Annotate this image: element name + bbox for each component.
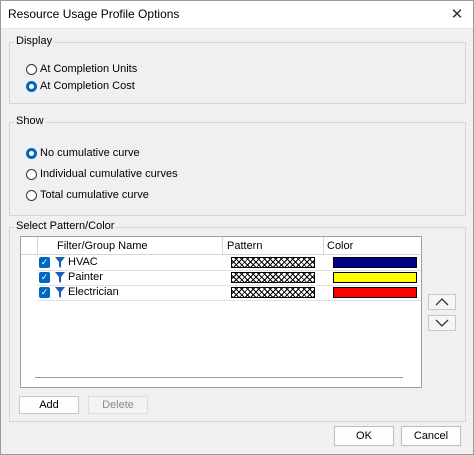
column-header-pattern[interactable]: Pattern (227, 240, 262, 252)
column-divider[interactable] (323, 237, 324, 254)
radio-label: Total cumulative curve (40, 189, 149, 201)
filter-icon (55, 287, 65, 298)
horizontal-scrollbar[interactable] (35, 377, 403, 378)
cancel-button[interactable]: Cancel (401, 426, 461, 446)
column-divider[interactable] (222, 237, 223, 254)
column-header-filter-group-name[interactable]: Filter/Group Name (57, 240, 147, 252)
radio-unchecked-icon[interactable] (26, 168, 37, 180)
chevron-down-icon (435, 319, 449, 327)
radio-checked-icon[interactable] (26, 147, 37, 159)
column-header-color[interactable]: Color (327, 240, 353, 252)
move-up-button[interactable] (428, 294, 456, 310)
radio-at-completion-cost[interactable]: At Completion Cost (26, 80, 135, 92)
pattern-swatch[interactable] (231, 257, 315, 268)
delete-button[interactable]: Delete (88, 396, 148, 414)
color-swatch[interactable] (333, 287, 417, 298)
filter-icon (55, 257, 65, 268)
close-icon[interactable]: ✕ (440, 0, 474, 28)
row-checkbox[interactable]: ✓ (39, 272, 50, 283)
radio-label: At Completion Units (40, 63, 138, 75)
pattern-swatch[interactable] (231, 287, 315, 298)
pattern-color-table[interactable]: Filter/Group Name Pattern Color ✓ HVAC ✓… (20, 236, 422, 388)
row-name: HVAC (68, 256, 98, 268)
display-legend: Display (14, 35, 55, 47)
row-checkbox[interactable]: ✓ (39, 257, 50, 268)
add-button[interactable]: Add (19, 396, 79, 414)
show-legend: Show (14, 115, 46, 127)
radio-individual-cumulative-curves[interactable]: Individual cumulative curves (26, 168, 178, 180)
radio-at-completion-units[interactable]: At Completion Units (26, 63, 137, 75)
table-row[interactable]: ✓ HVAC (21, 255, 421, 270)
chevron-up-icon (435, 298, 449, 306)
radio-unchecked-icon[interactable] (26, 63, 37, 75)
row-checkbox[interactable]: ✓ (39, 287, 50, 298)
radio-label: Individual cumulative curves (40, 168, 178, 180)
color-swatch[interactable] (333, 257, 417, 268)
radio-checked-icon[interactable] (26, 80, 37, 92)
row-name: Painter (68, 271, 103, 283)
color-swatch[interactable] (333, 272, 417, 283)
radio-no-cumulative-curve[interactable]: No cumulative curve (26, 147, 140, 159)
dialog-title: Resource Usage Profile Options (8, 7, 180, 21)
radio-total-cumulative-curve[interactable]: Total cumulative curve (26, 189, 149, 201)
display-group: Display At Completion Units At Completio… (9, 35, 466, 104)
title-bar: Resource Usage Profile Options ✕ (0, 0, 474, 29)
show-group: Show No cumulative curve Individual cumu… (9, 115, 466, 216)
pattern-swatch[interactable] (231, 272, 315, 283)
move-down-button[interactable] (428, 315, 456, 331)
radio-unchecked-icon[interactable] (26, 189, 37, 201)
ok-button[interactable]: OK (334, 426, 394, 446)
row-name: Electrician (68, 286, 119, 298)
table-row[interactable]: ✓ Painter (21, 270, 421, 285)
radio-label: No cumulative curve (40, 147, 140, 159)
row-divider (37, 300, 421, 301)
radio-label: At Completion Cost (40, 80, 135, 92)
table-header: Filter/Group Name Pattern Color (21, 237, 421, 255)
table-row[interactable]: ✓ Electrician (21, 285, 421, 300)
filter-icon (55, 272, 65, 283)
column-divider (37, 237, 38, 254)
pattern-color-legend: Select Pattern/Color (14, 220, 117, 232)
